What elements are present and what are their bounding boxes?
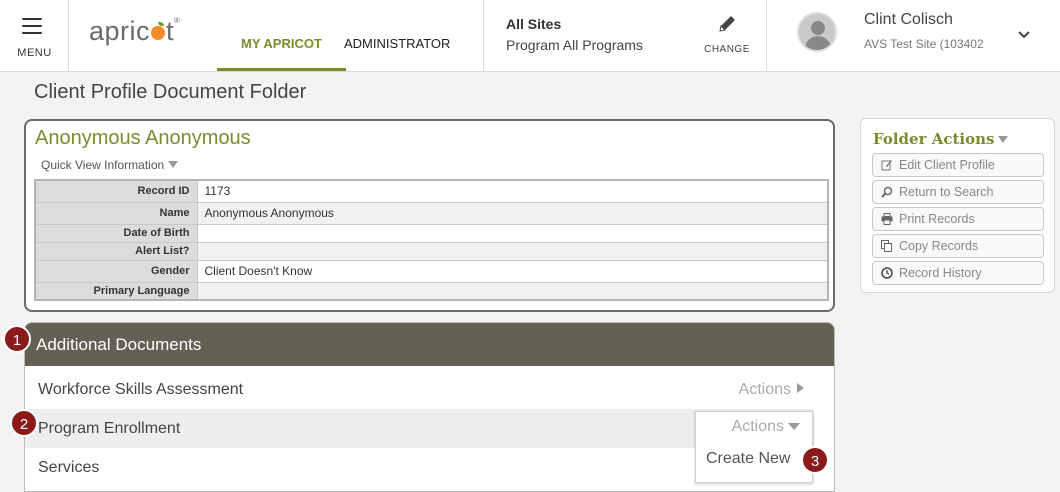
change-label: CHANGE: [704, 44, 750, 55]
callout-badge-1: 1: [3, 325, 31, 353]
change-button[interactable]: CHANGE: [697, 14, 757, 55]
field-label: Alert List?: [34, 241, 198, 261]
actions-button[interactable]: Actions: [732, 418, 800, 436]
field-label: Name: [34, 201, 198, 225]
table-row: Date of Birth: [34, 223, 829, 243]
field-label: Date of Birth: [34, 223, 198, 243]
document-row-workforce[interactable]: Workforce Skills Assessment Actions: [25, 370, 814, 409]
field-label: Gender: [34, 259, 198, 283]
return-to-search-button[interactable]: Return to Search: [872, 180, 1044, 204]
field-value: [196, 281, 829, 301]
record-history-button[interactable]: Record History: [872, 261, 1044, 285]
folder-actions-title[interactable]: Folder Actions: [873, 130, 1009, 148]
menu-button[interactable]: MENU: [0, 0, 69, 71]
table-row: Primary Language: [34, 281, 829, 301]
field-label: Record ID: [34, 179, 198, 203]
table-row: Gender Client Doesn't Know: [34, 259, 829, 283]
avatar: [797, 12, 837, 52]
caret-down-icon: [788, 423, 800, 430]
print-records-button[interactable]: Print Records: [872, 207, 1044, 231]
field-value: [196, 223, 829, 243]
page-title: Client Profile Document Folder: [34, 81, 307, 103]
user-name: Clint Colisch: [864, 11, 953, 28]
caret-down-icon: [998, 136, 1009, 143]
client-info-table: Record ID 1173 Name Anonymous Anonymous Da…: [34, 179, 829, 301]
apricot-logo[interactable]: apric t®: [89, 16, 180, 47]
user-site: AVS Test Site (103402: [864, 37, 984, 51]
document-label: Workforce Skills Assessment: [38, 381, 244, 398]
callout-badge-2: 2: [10, 409, 38, 437]
edit-icon: [881, 160, 892, 171]
quick-view-toggle[interactable]: Quick View Information: [41, 158, 179, 172]
callout-badge-3: 3: [801, 446, 829, 474]
folder-actions-panel: Folder Actions Edit Client Profile Retur…: [860, 118, 1055, 293]
user-menu[interactable]: Clint Colisch AVS Test Site (103402: [767, 0, 1060, 71]
document-label: Services: [38, 459, 100, 476]
tab-administrator[interactable]: ADMINISTRATOR: [320, 0, 474, 71]
edit-client-profile-button[interactable]: Edit Client Profile: [872, 153, 1044, 177]
program-label: Program All Programs: [506, 37, 643, 53]
clock-icon: [881, 267, 893, 279]
field-value: Anonymous Anonymous: [196, 201, 829, 225]
table-row: Record ID 1173: [34, 179, 829, 203]
client-quick-view: Anonymous Anonymous Quick View Informati…: [24, 119, 835, 312]
chevron-down-icon[interactable]: [1017, 30, 1031, 40]
apricot-logo-icon: [151, 22, 166, 40]
copy-icon: [881, 240, 892, 252]
caret-right-icon: [797, 383, 804, 393]
actions-button[interactable]: Actions: [739, 370, 804, 409]
field-value: Client Doesn't Know: [196, 259, 829, 283]
field-value: 1173: [196, 179, 829, 203]
hamburger-icon: [22, 18, 42, 39]
printer-icon: [881, 213, 893, 225]
additional-documents-header: Additional Documents: [25, 323, 834, 366]
site-program-selector: All Sites Program All Programs CHANGE: [483, 0, 767, 71]
create-new-menu-item[interactable]: Create New: [706, 450, 790, 468]
field-label: Primary Language: [34, 281, 198, 301]
caret-down-icon: [168, 161, 179, 168]
document-label: Program Enrollment: [38, 420, 181, 437]
table-row: Alert List?: [34, 241, 829, 261]
copy-records-button[interactable]: Copy Records: [872, 234, 1044, 258]
actions-dropdown[interactable]: Actions Create New: [695, 411, 813, 483]
field-value: [196, 241, 829, 261]
menu-label: MENU: [17, 47, 52, 59]
search-icon: [881, 186, 893, 198]
site-label: All Sites: [506, 16, 562, 32]
top-bar: MENU apric t® MY APRICOT ADMINISTRATOR Al…: [0, 0, 1060, 72]
client-name: Anonymous Anonymous: [35, 127, 251, 149]
pencil-icon: [719, 16, 735, 32]
table-row: Name Anonymous Anonymous: [34, 201, 829, 225]
